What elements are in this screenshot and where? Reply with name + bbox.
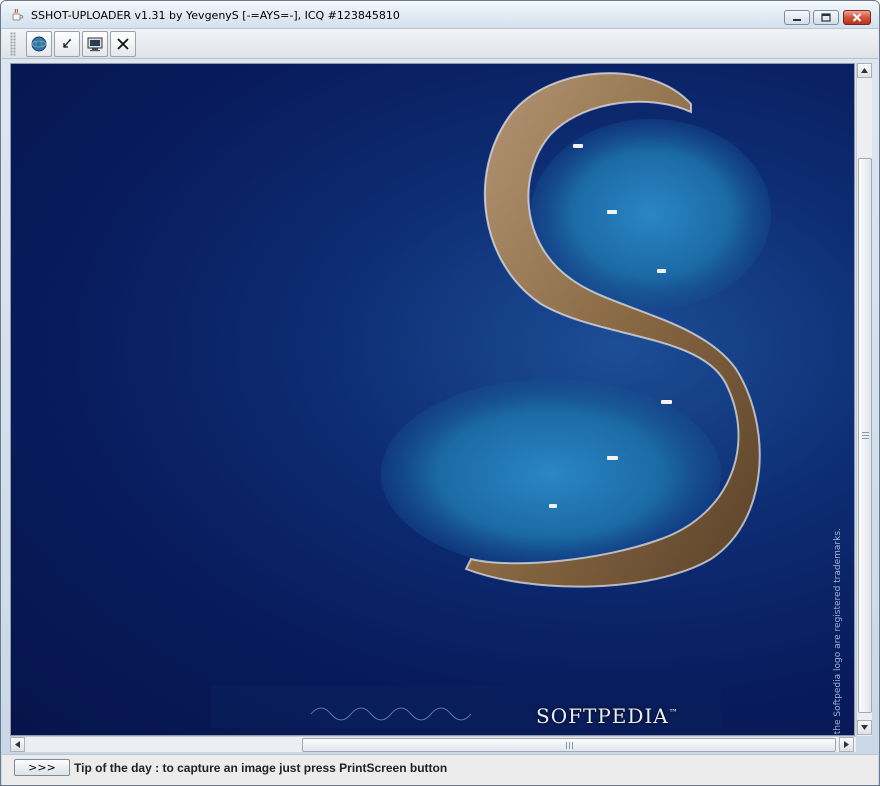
arrow-up-icon [861,68,868,73]
vertical-scrollbar[interactable] [856,63,872,736]
toolbar [2,29,878,59]
arrow-down-icon [861,725,868,730]
wordmark-text: SOFTPEDIA [536,704,669,728]
monitor-icon [87,37,103,52]
scroll-right-button[interactable] [839,737,854,752]
minimize-icon [793,18,801,21]
scroll-up-button[interactable] [857,63,872,78]
grip-line [862,432,869,433]
scroll-down-button[interactable] [857,720,872,735]
close-button[interactable] [843,10,871,25]
trademark-notice: and the Softpedia logo are registered tr… [833,528,843,736]
close-icon [852,13,862,22]
minimize-button[interactable] [784,10,810,25]
arrow-right-icon [844,741,849,748]
screenshot-image [211,72,771,728]
next-tip-button[interactable]: >>> [14,759,70,776]
close-image-button[interactable] [110,31,136,57]
globe-icon [31,36,47,52]
status-bar: >>> Tip of the day : to capture an image… [2,754,878,785]
trademark-symbol: ™ [668,708,679,719]
x-icon [117,38,129,50]
window-title: SSHOT-UPLOADER v1.31 by YevgenyS [-=AYS=… [31,9,400,22]
softpedia-wordmark: SOFTPEDIA™ [536,704,679,728]
tip-of-the-day: Tip of the day : to capture an image jus… [74,761,448,775]
toolbar-grip[interactable] [10,32,16,56]
image-viewport[interactable]: SOFTPEDIA™ and the Softpedia logo are re… [10,63,855,736]
grip-line [862,435,869,436]
vertical-scroll-thumb[interactable] [858,158,872,713]
arrow-icon [63,39,71,48]
horizontal-scrollbar[interactable] [10,736,856,752]
horizontal-scroll-thumb[interactable] [302,738,836,752]
scroll-left-button[interactable] [10,737,25,752]
java-cup-icon [12,8,24,21]
app-window: SSHOT-UPLOADER v1.31 by YevgenyS [-=AYS=… [0,0,880,786]
grip-line [572,742,573,749]
upload-web-button[interactable] [26,31,52,57]
maximize-icon [821,13,831,22]
title-bar[interactable]: SSHOT-UPLOADER v1.31 by YevgenyS [-=AYS=… [1,1,879,29]
capture-screen-button[interactable] [82,31,108,57]
arrow-left-icon [15,741,20,748]
maximize-button[interactable] [813,10,839,25]
grip-line [862,438,869,439]
grip-line [566,742,567,749]
grip-line [569,742,570,749]
restore-button[interactable] [54,31,80,57]
